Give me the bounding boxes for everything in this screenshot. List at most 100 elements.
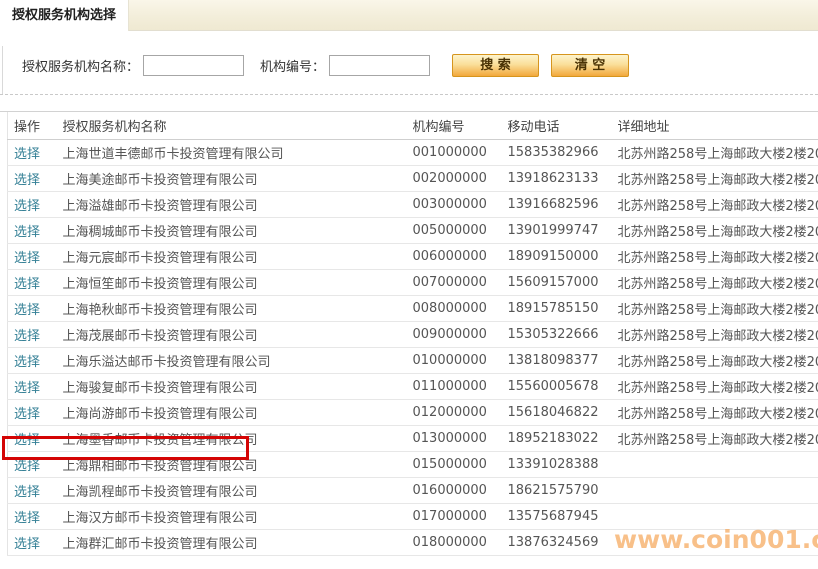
table-row: 选择 上海群汇邮币卡投资管理有限公司 018000000 13876324569 — [8, 529, 818, 555]
col-header-org-code: 机构编号 — [413, 112, 508, 139]
phone-cell: 13575687945 — [508, 503, 618, 529]
col-header-action: 操作 — [8, 112, 63, 139]
org-code-cell: 012000000 — [413, 399, 508, 425]
address-cell: 北苏州路258号上海邮政大楼2楼2002 — [618, 217, 818, 243]
address-cell: 北苏州路258号上海邮政大楼2楼2012 — [618, 373, 818, 399]
address-cell: 北苏州路258号上海邮政大楼2楼2015 — [618, 425, 818, 451]
org-code-cell: 001000000 — [413, 139, 508, 165]
phone-cell: 13918623133 — [508, 165, 618, 191]
phone-cell: 18909150000 — [508, 243, 618, 269]
table-header-row: 操作 授权服务机构名称 机构编号 移动电话 详细地址 — [8, 112, 818, 139]
table-row: 选择 上海鼎相邮币卡投资管理有限公司 015000000 13391028388 — [8, 451, 818, 477]
org-name-cell: 上海茂展邮币卡投资管理有限公司 — [63, 321, 413, 347]
org-name-cell: 上海汉方邮币卡投资管理有限公司 — [63, 503, 413, 529]
select-link[interactable]: 选择 — [14, 433, 40, 448]
table-body: 选择 上海世道丰德邮币卡投资管理有限公司 001000000 158353829… — [8, 139, 818, 555]
clear-button[interactable]: 清 空 — [551, 54, 629, 77]
phone-cell: 18915785150 — [508, 295, 618, 321]
org-code-cell: 015000000 — [413, 451, 508, 477]
org-code-cell: 007000000 — [413, 269, 508, 295]
address-cell: 北苏州路258号上海邮政大楼2楼2019 — [618, 347, 818, 373]
select-link[interactable]: 选择 — [14, 355, 40, 370]
address-cell: 北苏州路258号上海邮政大楼2楼2006 — [618, 321, 818, 347]
select-link[interactable]: 选择 — [14, 381, 40, 396]
phone-cell: 15305322666 — [508, 321, 618, 347]
address-cell: 北苏州路258号上海邮政大楼2楼2009 — [618, 269, 818, 295]
address-cell: 北苏州路258号上海邮政大楼2楼2016 — [618, 399, 818, 425]
form-left-border — [2, 46, 3, 94]
select-link[interactable]: 选择 — [14, 199, 40, 214]
address-cell — [618, 503, 818, 529]
select-link[interactable]: 选择 — [14, 225, 40, 240]
org-code-cell: 016000000 — [413, 477, 508, 503]
select-link[interactable]: 选择 — [14, 147, 40, 162]
table-row: 选择 上海汉方邮币卡投资管理有限公司 017000000 13575687945 — [8, 503, 818, 529]
select-link[interactable]: 选择 — [14, 303, 40, 318]
tab-strip: 授权服务机构选择 — [0, 0, 818, 31]
org-name-cell: 上海艳秋邮币卡投资管理有限公司 — [63, 295, 413, 321]
phone-cell: 15618046822 — [508, 399, 618, 425]
select-link[interactable]: 选择 — [14, 485, 40, 500]
table-row: 选择 上海茂展邮币卡投资管理有限公司 009000000 15305322666… — [8, 321, 818, 347]
table-row: 选择 上海乐溢达邮币卡投资管理有限公司 010000000 1381809837… — [8, 347, 818, 373]
org-code-cell: 002000000 — [413, 165, 508, 191]
select-link[interactable]: 选择 — [14, 329, 40, 344]
org-name-cell: 上海稠城邮币卡投资管理有限公司 — [63, 217, 413, 243]
org-name-cell: 上海群汇邮币卡投资管理有限公司 — [63, 529, 413, 555]
select-link[interactable]: 选择 — [14, 511, 40, 526]
org-name-cell: 上海美途邮币卡投资管理有限公司 — [63, 165, 413, 191]
table-row: 选择 上海骏复邮币卡投资管理有限公司 011000000 15560005678… — [8, 373, 818, 399]
col-header-address: 详细地址 — [618, 112, 818, 139]
phone-cell: 13916682596 — [508, 191, 618, 217]
org-code-cell: 010000000 — [413, 347, 508, 373]
org-table: 操作 授权服务机构名称 机构编号 移动电话 详细地址 选择 上海世道丰德邮币卡投… — [7, 112, 818, 556]
phone-cell: 15609157000 — [508, 269, 618, 295]
col-header-phone: 移动电话 — [508, 112, 618, 139]
table-row: 选择 上海元宸邮币卡投资管理有限公司 006000000 18909150000… — [8, 243, 818, 269]
page: 授权服务机构选择 授权服务机构名称： 机构编号： 搜 索 清 空 操作 授权服务… — [0, 0, 818, 569]
address-cell: 北苏州路258号上海邮政大楼2楼2003 — [618, 295, 818, 321]
org-name-cell: 上海恒笙邮币卡投资管理有限公司 — [63, 269, 413, 295]
org-name-cell: 上海尚游邮币卡投资管理有限公司 — [63, 399, 413, 425]
search-button[interactable]: 搜 索 — [452, 54, 539, 77]
org-code-label: 机构编号： — [260, 56, 325, 75]
org-name-cell: 上海鼎相邮币卡投资管理有限公司 — [63, 451, 413, 477]
address-cell — [618, 529, 818, 555]
address-cell — [618, 477, 818, 503]
phone-cell: 13391028388 — [508, 451, 618, 477]
select-link[interactable]: 选择 — [14, 251, 40, 266]
org-name-cell: 上海骏复邮币卡投资管理有限公司 — [63, 373, 413, 399]
org-code-cell: 003000000 — [413, 191, 508, 217]
org-code-input[interactable] — [329, 55, 430, 76]
select-link[interactable]: 选择 — [14, 407, 40, 422]
org-code-cell: 005000000 — [413, 217, 508, 243]
select-link[interactable]: 选择 — [14, 277, 40, 292]
select-link[interactable]: 选择 — [14, 173, 40, 188]
tab-authorized-org-selection[interactable]: 授权服务机构选择 — [0, 0, 129, 31]
org-name-cell: 上海元宸邮币卡投资管理有限公司 — [63, 243, 413, 269]
org-code-cell: 018000000 — [413, 529, 508, 555]
org-name-cell: 上海溢雄邮币卡投资管理有限公司 — [63, 191, 413, 217]
address-cell — [618, 451, 818, 477]
org-name-cell: 上海凯程邮币卡投资管理有限公司 — [63, 477, 413, 503]
phone-cell: 18621575790 — [508, 477, 618, 503]
address-cell: 北苏州路258号上海邮政大楼2楼2001 — [618, 243, 818, 269]
select-link[interactable]: 选择 — [14, 537, 40, 552]
phone-cell: 18952183022 — [508, 425, 618, 451]
org-name-label: 授权服务机构名称： — [22, 56, 139, 75]
org-name-input[interactable] — [143, 55, 244, 76]
org-code-cell: 011000000 — [413, 373, 508, 399]
table-row: 选择 上海世道丰德邮币卡投资管理有限公司 001000000 158353829… — [8, 139, 818, 165]
tab-title: 授权服务机构选择 — [12, 8, 116, 23]
org-code-cell: 009000000 — [413, 321, 508, 347]
table-row: 选择 上海尚游邮币卡投资管理有限公司 012000000 15618046822… — [8, 399, 818, 425]
table-row: 选择 上海凯程邮币卡投资管理有限公司 016000000 18621575790 — [8, 477, 818, 503]
org-name-cell: 上海世道丰德邮币卡投资管理有限公司 — [63, 139, 413, 165]
select-link[interactable]: 选择 — [14, 459, 40, 474]
org-code-cell: 006000000 — [413, 243, 508, 269]
table-row: 选择 上海艳秋邮币卡投资管理有限公司 008000000 18915785150… — [8, 295, 818, 321]
table-row: 选择 上海墨香邮币卡投资管理有限公司 013000000 18952183022… — [8, 425, 818, 451]
table-row: 选择 上海恒笙邮币卡投资管理有限公司 007000000 15609157000… — [8, 269, 818, 295]
org-code-cell: 017000000 — [413, 503, 508, 529]
address-cell: 北苏州路258号上海邮政大楼2楼2008 — [618, 139, 818, 165]
